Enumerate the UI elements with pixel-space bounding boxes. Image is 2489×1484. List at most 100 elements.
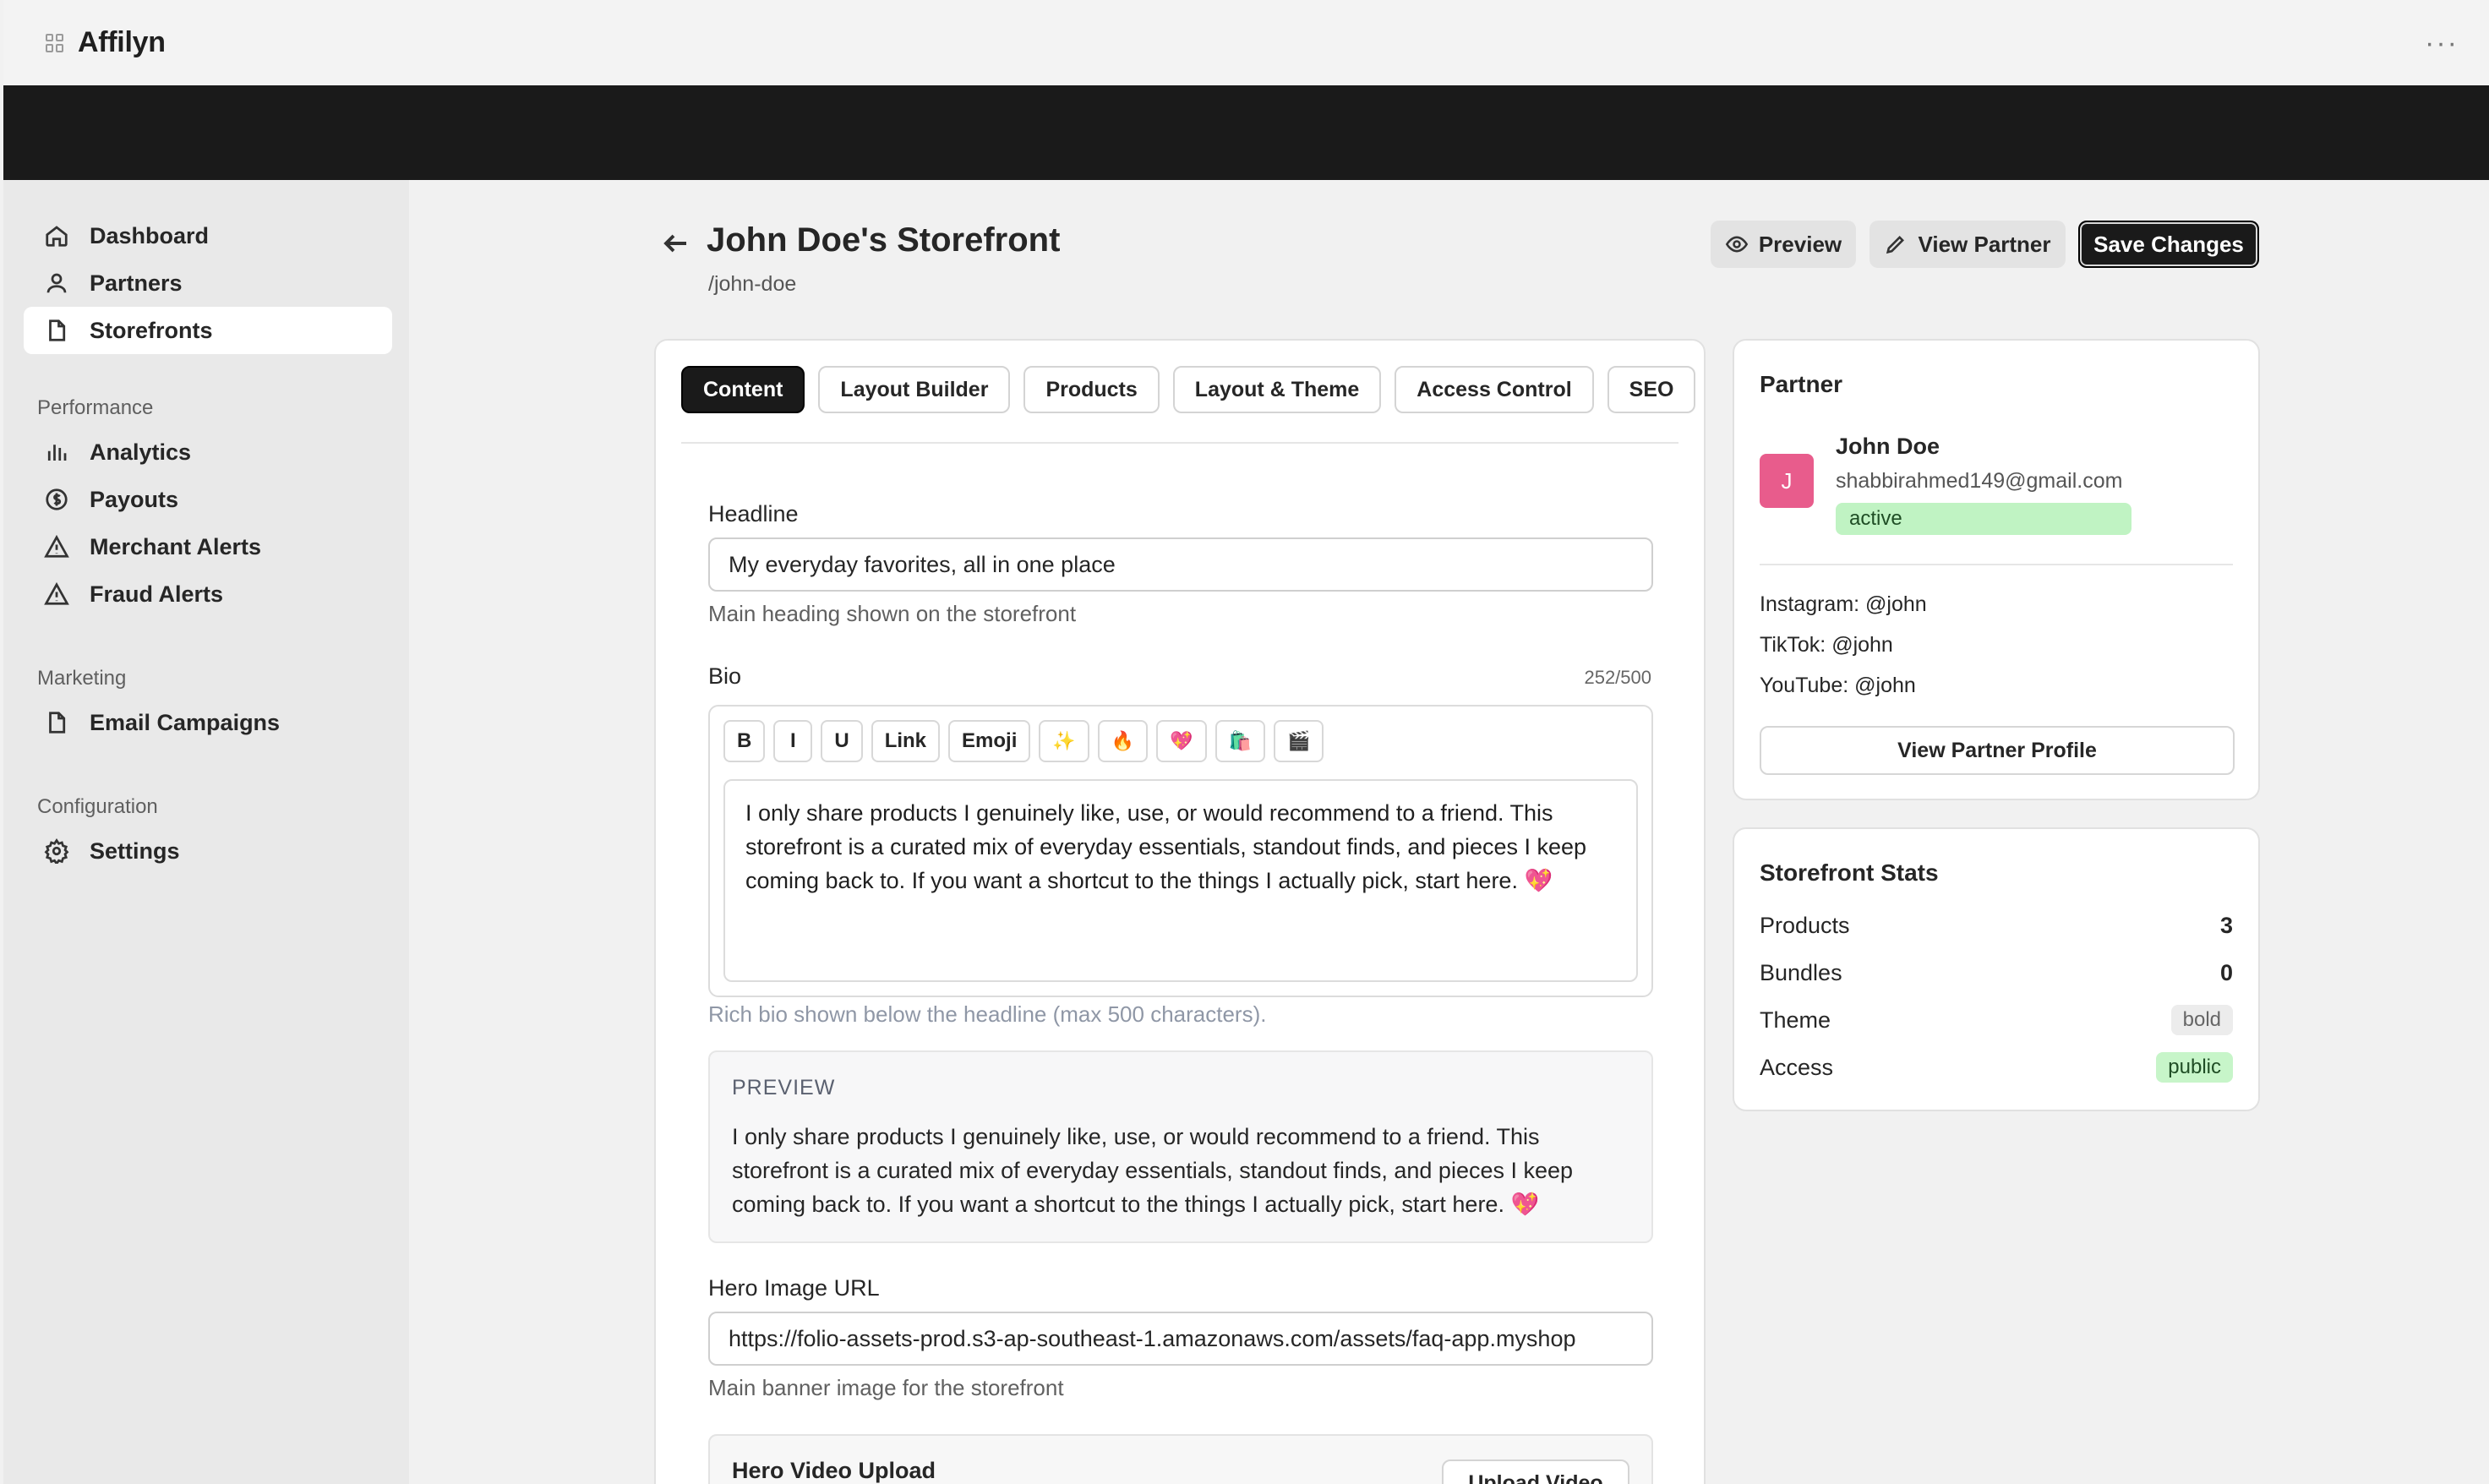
- sidebar-item-partners[interactable]: Partners: [24, 259, 392, 307]
- preview-button-label: Preview: [1758, 231, 1842, 257]
- stats-card-title: Storefront Stats: [1760, 859, 1939, 886]
- clapper-emoji-button[interactable]: 🎬: [1274, 720, 1324, 762]
- stat-label: Bundles: [1760, 959, 1842, 985]
- storefront-slug: /john-doe: [708, 272, 797, 296]
- dollar-icon: [42, 485, 71, 514]
- tiktok-handle: TikTok: @john: [1760, 633, 1893, 657]
- view-partner-profile-button[interactable]: View Partner Profile: [1760, 726, 2235, 775]
- sidebar-item-label: Partners: [90, 270, 183, 296]
- sidebar-item-dashboard[interactable]: Dashboard: [24, 212, 392, 259]
- tab-seo[interactable]: SEO: [1607, 366, 1696, 413]
- shopping-bags-emoji-button[interactable]: 🛍️: [1214, 720, 1265, 762]
- link-button[interactable]: Link: [871, 720, 941, 762]
- divider: [1760, 564, 2233, 565]
- top-banner: [3, 85, 2489, 180]
- hero-image-url-input[interactable]: https://folio-assets-prod.s3-ap-southeas…: [708, 1312, 1653, 1366]
- headline-label: Headline: [708, 501, 799, 526]
- sidebar-item-email-campaigns[interactable]: Email Campaigns: [24, 699, 392, 746]
- sidebar-item-fraud-alerts[interactable]: Fraud Alerts: [24, 570, 392, 618]
- tab-layout-builder[interactable]: Layout Builder: [818, 366, 1011, 413]
- user-icon: [42, 269, 71, 297]
- sidebar-item-label: Payouts: [90, 486, 179, 512]
- sidebar-item-storefronts[interactable]: Storefronts: [24, 307, 392, 354]
- app-window: Affilyn ··· Dashboard Partners Storefron…: [0, 0, 2489, 1484]
- save-changes-button[interactable]: Save Changes: [2078, 221, 2259, 268]
- tab-content[interactable]: Content: [681, 366, 805, 413]
- bar-chart-icon: [42, 438, 71, 466]
- section-label-configuration: Configuration: [37, 795, 158, 818]
- sidebar-item-label: Fraud Alerts: [90, 581, 224, 607]
- stat-row-access: Access public: [1760, 1050, 2233, 1084]
- warning-icon: [42, 532, 71, 561]
- sidebar-item-merchant-alerts[interactable]: Merchant Alerts: [24, 523, 392, 570]
- file-icon: [42, 316, 71, 345]
- home-icon: [42, 221, 71, 250]
- eye-icon: [1725, 236, 1748, 253]
- sidebar-item-label: Settings: [90, 837, 180, 864]
- brand[interactable]: Affilyn: [46, 26, 166, 59]
- tab-products[interactable]: Products: [1023, 366, 1160, 413]
- italic-button[interactable]: I: [773, 720, 813, 762]
- file-icon: [42, 708, 71, 737]
- hero-image-label: Hero Image URL: [708, 1275, 880, 1301]
- more-options-icon[interactable]: ···: [2425, 27, 2459, 60]
- preview-button[interactable]: Preview: [1711, 221, 1856, 268]
- youtube-handle: YouTube: @john: [1760, 674, 1916, 697]
- sparkles-emoji-button[interactable]: ✨: [1039, 720, 1089, 762]
- gear-icon: [42, 837, 71, 865]
- bio-char-counter: 252/500: [1584, 667, 1651, 688]
- warning-icon: [42, 580, 71, 608]
- app-name: Affilyn: [78, 26, 166, 58]
- heart-emoji-button[interactable]: 💖: [1156, 720, 1207, 762]
- preview-label: PREVIEW: [732, 1076, 836, 1099]
- bio-editor: B I U Link Emoji ✨ 🔥 💖 🛍️ 🎬 I only share…: [708, 705, 1653, 997]
- bio-label: Bio: [708, 663, 742, 689]
- bio-help: Rich bio shown below the headline (max 5…: [708, 1001, 1267, 1027]
- sidebar-item-analytics[interactable]: Analytics: [24, 428, 392, 476]
- partner-card-title: Partner: [1760, 371, 1843, 397]
- sidebar-item-label: Dashboard: [90, 222, 210, 248]
- tab-access-control[interactable]: Access Control: [1395, 366, 1594, 413]
- status-badge: active: [1836, 503, 2131, 535]
- tabs-divider: [681, 442, 1678, 444]
- stat-row-theme: Theme bold: [1760, 1003, 2233, 1037]
- app-grid-icon: [46, 33, 64, 52]
- pencil-icon: [1886, 236, 1905, 254]
- headline-input[interactable]: My everyday favorites, all in one place: [708, 537, 1653, 592]
- section-label-marketing: Marketing: [37, 667, 127, 690]
- bold-button[interactable]: B: [723, 720, 766, 762]
- stat-value: 3: [2219, 912, 2233, 938]
- stat-row-products: Products 3: [1760, 908, 2233, 942]
- hero-video-upload: Hero Video Upload Upload Video: [708, 1434, 1653, 1484]
- theme-badge: bold: [2170, 1005, 2233, 1035]
- back-arrow-icon[interactable]: [661, 228, 691, 259]
- upload-video-button[interactable]: Upload Video: [1442, 1459, 1629, 1484]
- tabs: Content Layout Builder Products Layout &…: [681, 366, 1696, 413]
- rich-text-toolbar: B I U Link Emoji ✨ 🔥 💖 🛍️ 🎬: [723, 720, 1324, 762]
- sidebar-item-label: Storefronts: [90, 317, 213, 343]
- tab-layout-theme[interactable]: Layout & Theme: [1172, 366, 1382, 413]
- storefront-editor-card: Content Layout Builder Products Layout &…: [654, 339, 1706, 1484]
- hero-image-help: Main banner image for the storefront: [708, 1375, 1064, 1400]
- partner-card: Partner J John Doe shabbirahmed149@gmail…: [1733, 339, 2260, 800]
- stat-label: Access: [1760, 1054, 1834, 1080]
- section-label-performance: Performance: [37, 396, 154, 419]
- hero-video-title: Hero Video Upload: [732, 1458, 936, 1483]
- storefront-stats-card: Storefront Stats Products 3 Bundles 0 Th…: [1733, 827, 2260, 1111]
- partner-name: John Doe: [1836, 434, 1940, 459]
- bio-preview: PREVIEW I only share products I genuinel…: [708, 1050, 1653, 1243]
- bio-textarea[interactable]: I only share products I genuinely like, …: [723, 779, 1638, 982]
- headline-help: Main heading shown on the storefront: [708, 601, 1077, 626]
- sidebar-item-settings[interactable]: Settings: [24, 827, 392, 875]
- access-badge: public: [2156, 1052, 2233, 1083]
- page-title: John Doe's Storefront: [707, 221, 1061, 259]
- view-partner-button[interactable]: View Partner: [1869, 221, 2066, 268]
- stat-label: Theme: [1760, 1007, 1831, 1033]
- underline-button[interactable]: U: [821, 720, 863, 762]
- sidebar: Dashboard Partners Storefronts Performan…: [3, 180, 409, 1484]
- emoji-button[interactable]: Emoji: [948, 720, 1031, 762]
- sidebar-item-label: Analytics: [90, 439, 192, 465]
- fire-emoji-button[interactable]: 🔥: [1097, 720, 1149, 762]
- partner-email: shabbirahmed149@gmail.com: [1836, 469, 2123, 493]
- sidebar-item-payouts[interactable]: Payouts: [24, 476, 392, 523]
